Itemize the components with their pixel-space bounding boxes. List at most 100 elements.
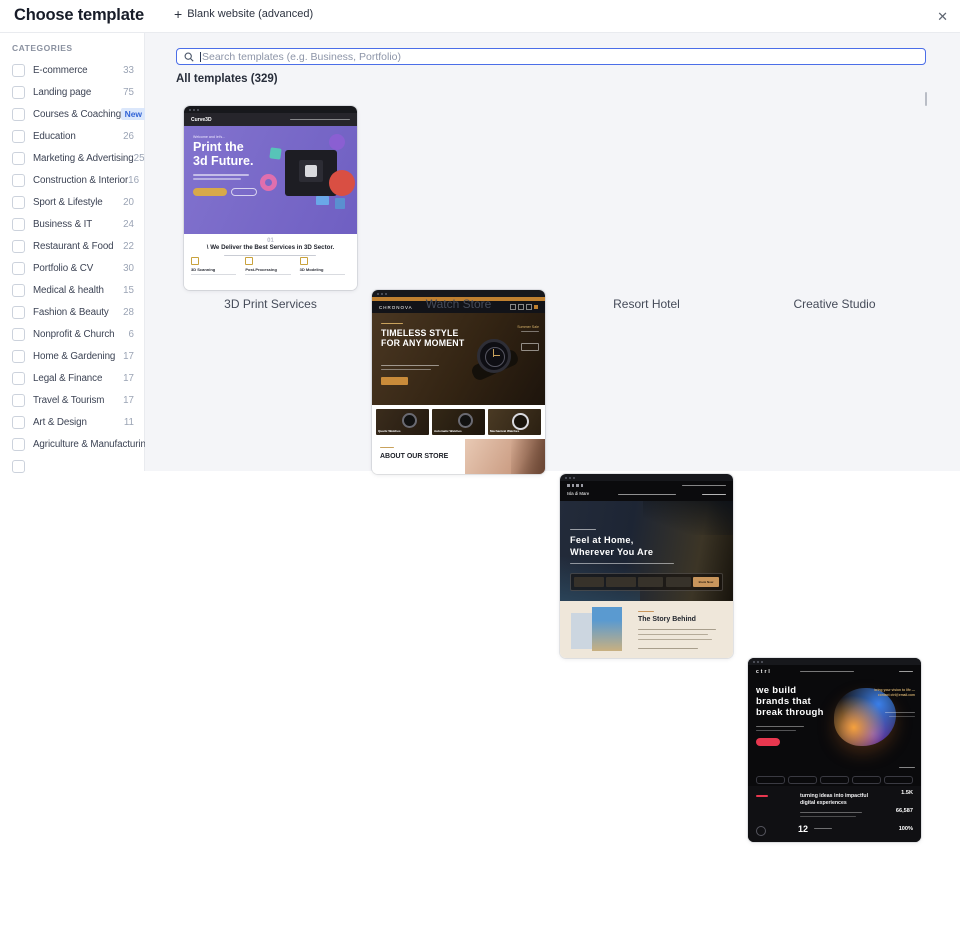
category-checkbox[interactable]	[12, 218, 25, 231]
category-label: Art & Design	[33, 417, 87, 428]
torus-shape	[260, 174, 277, 191]
feature-label: 3D Modeling	[300, 267, 350, 272]
template-card-resort-hotel[interactable]: Isla di Mare Feel at Home,Wherever You A…	[560, 474, 733, 658]
category-checkbox[interactable]	[12, 86, 25, 99]
category-item[interactable]: Business & IT 24	[0, 213, 144, 235]
category-item[interactable]: Portfolio & CV 30	[0, 257, 144, 279]
category-checkbox[interactable]	[12, 306, 25, 319]
category-item[interactable]: Construction & Interior 16	[0, 169, 144, 191]
category-checkbox[interactable]	[12, 394, 25, 407]
category-label: Fashion & Beauty	[33, 307, 109, 318]
category-thumbs-row: Quartz Watches Automatic Watches Mechani…	[372, 405, 545, 439]
category-count: 33	[123, 65, 134, 76]
about-title: ABOUT OUR STORE	[380, 453, 448, 460]
category-label: Home & Gardening	[33, 351, 115, 362]
category-item[interactable]: Courses & Coaching New 8	[0, 103, 144, 125]
section-title: turning ideas into impactfuldigital expe…	[800, 793, 868, 807]
category-item[interactable]: Home & Gardening 17	[0, 345, 144, 367]
browser-chrome-bar	[184, 106, 357, 113]
category-count: 20	[123, 197, 134, 208]
template-caption: Creative Studio	[748, 297, 921, 311]
category-checkbox[interactable]	[12, 328, 25, 341]
search-input[interactable]	[202, 51, 918, 63]
story-text-line	[638, 639, 712, 640]
category-item-partial[interactable]	[0, 455, 144, 477]
category-checkbox[interactable]	[12, 108, 25, 121]
category-count: 30	[123, 263, 134, 274]
category-label: Restaurant & Food	[33, 241, 114, 252]
site-navbar: Curve3D	[184, 113, 357, 126]
category-item[interactable]: Travel & Tourism 17	[0, 389, 144, 411]
category-checkbox[interactable]	[12, 438, 25, 451]
thumb-label: Mechanical Watches	[490, 429, 519, 433]
dialog-header: Choose template + Blank website (advance…	[0, 0, 960, 33]
category-count: 6	[129, 329, 134, 340]
feature-card: 3D Scanning	[191, 257, 241, 275]
category-item[interactable]: Art & Design 11	[0, 411, 144, 433]
close-icon[interactable]: ✕	[935, 7, 950, 27]
category-checkbox[interactable]	[12, 240, 25, 253]
template-card-watch-store[interactable]: CHRONOVA TIMELESS STYLE FOR ANY MOMENT S…	[372, 290, 545, 474]
category-label: Agriculture & Manufacturing	[33, 439, 151, 450]
category-item[interactable]: Agriculture & Manufacturing 9	[0, 433, 144, 455]
category-count: 24	[123, 219, 134, 230]
category-item[interactable]: Fashion & Beauty 28	[0, 301, 144, 323]
category-item[interactable]: Medical & health 15	[0, 279, 144, 301]
category-checkbox[interactable]	[12, 416, 25, 429]
contact-text: bring your vision to life — contact ctrl…	[873, 688, 915, 698]
category-label: Business & IT	[33, 219, 92, 230]
feature-icon	[245, 257, 253, 265]
category-item[interactable]: Landing page 75	[0, 81, 144, 103]
category-label: Portfolio & CV	[33, 263, 93, 274]
stat-value: 66,587	[896, 808, 913, 814]
search-bar[interactable]	[176, 48, 926, 65]
category-label: Education	[33, 131, 76, 142]
feature-card: Post-Processing	[245, 257, 295, 275]
category-checkbox[interactable]	[12, 152, 25, 165]
hero-text-line	[193, 178, 241, 180]
social-links-line	[899, 671, 913, 672]
scrollbar-thumb[interactable]	[925, 92, 927, 106]
category-checkbox[interactable]	[12, 130, 25, 143]
services-section: 01 \ We Deliver the Best Services in 3D …	[184, 234, 357, 290]
hero-button	[756, 738, 780, 746]
template-card-creative-studio[interactable]: ctrl we buildbrands thatbreak through br…	[748, 658, 921, 842]
category-label: Courses & Coaching	[33, 109, 121, 120]
social-icons	[567, 484, 583, 487]
category-item[interactable]: Marketing & Advertising 25	[0, 147, 144, 169]
about-kicker-line	[380, 447, 394, 448]
hero-button	[381, 377, 408, 385]
hero-text-line	[756, 726, 804, 727]
category-checkbox[interactable]	[12, 284, 25, 297]
booking-bar: Book Now	[570, 573, 723, 591]
site-logo: Curve3D	[191, 117, 212, 123]
story-photo	[592, 607, 622, 651]
template-card-3d-print-services[interactable]: Curve3D Welcome and let's... Print the3d…	[184, 106, 357, 290]
stat-value: 100%	[899, 826, 913, 832]
category-item[interactable]: Nonprofit & Church 6	[0, 323, 144, 345]
hero-kicker-line	[381, 323, 403, 324]
category-item[interactable]: Legal & Finance 17	[0, 367, 144, 389]
category-checkbox[interactable]	[12, 262, 25, 275]
cube-shape	[269, 147, 281, 159]
avatar-circle	[756, 826, 766, 836]
category-checkbox[interactable]	[12, 350, 25, 363]
category-item[interactable]: Education 26	[0, 125, 144, 147]
category-item[interactable]: E-commerce 33	[0, 59, 144, 81]
tag-pill	[788, 776, 817, 784]
blank-website-label: Blank website (advanced)	[187, 8, 313, 20]
category-checkbox[interactable]	[12, 196, 25, 209]
story-section: The Story Behind	[560, 601, 733, 658]
tag-pill	[884, 776, 913, 784]
tag-pill	[852, 776, 881, 784]
blank-website-button[interactable]: + Blank website (advanced)	[174, 8, 313, 20]
category-thumb: Automatic Watches	[432, 409, 485, 435]
pad-shape	[316, 196, 329, 205]
category-checkbox[interactable]	[12, 174, 25, 187]
category-item[interactable]: Restaurant & Food 22	[0, 235, 144, 257]
story-text-line	[638, 629, 716, 630]
category-checkbox[interactable]	[12, 64, 25, 77]
about-section: ABOUT OUR STORE	[372, 439, 545, 474]
category-item[interactable]: Sport & Lifestyle 20	[0, 191, 144, 213]
category-checkbox[interactable]	[12, 372, 25, 385]
